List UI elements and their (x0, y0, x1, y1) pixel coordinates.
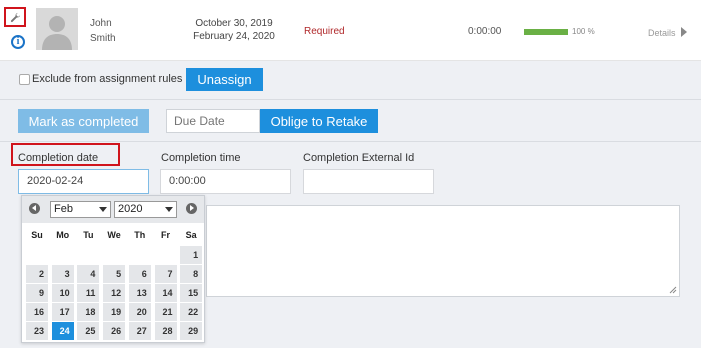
calendar-day[interactable]: 3 (51, 265, 74, 283)
avatar (36, 8, 78, 50)
completion-date-label: Completion date (18, 152, 99, 164)
datepicker: Feb 2020 Su Mo Tu We Th Fr Sa 1 2 3 4 5 6 7 8 9 10 11 12 13… (21, 195, 205, 343)
calendar-day[interactable]: 25 (77, 322, 100, 340)
completion-date-input[interactable]: 2020-02-24 (18, 169, 149, 194)
user-first-name: John (90, 18, 112, 29)
user-last-name: Smith (90, 33, 116, 44)
calendar-day[interactable]: 8 (180, 265, 203, 283)
completion-time-label: Completion time (161, 152, 241, 164)
calendar-day[interactable]: 21 (154, 303, 177, 321)
calendar-day[interactable]: 26 (103, 322, 126, 340)
completion-ext-label: Completion External Id (303, 152, 415, 164)
weekday-header: We (107, 230, 121, 240)
calendar-day[interactable]: 19 (103, 303, 126, 321)
calendar-day[interactable]: 29 (180, 322, 203, 340)
progress-label: 100 % (572, 27, 595, 36)
user-silhouette-icon (36, 8, 78, 50)
info-icon[interactable]: i (11, 35, 25, 49)
calendar-day[interactable]: 13 (128, 284, 151, 302)
calendar-day[interactable]: 14 (154, 284, 177, 302)
duration-value: 0:00:00 (468, 26, 502, 37)
status-label: Required (304, 26, 345, 37)
mark-completed-button[interactable]: Mark as completed (18, 109, 149, 133)
year-select-value: 2020 (118, 203, 143, 215)
resize-grip-icon[interactable] (669, 286, 677, 294)
wrench-icon (10, 12, 21, 23)
user-row: i John Smith October 30, 2019 February 2… (0, 0, 701, 61)
calendar-day[interactable]: 27 (128, 322, 151, 340)
next-month-icon[interactable] (186, 203, 197, 214)
weekday-header: Tu (83, 230, 94, 240)
chevron-down-icon (165, 207, 173, 212)
calendar-day[interactable]: 11 (77, 284, 100, 302)
prev-month-icon[interactable] (29, 203, 40, 214)
chevron-right-icon[interactable] (681, 27, 687, 37)
calendar-day[interactable]: 7 (154, 265, 177, 283)
completion-time-input[interactable]: 0:00:00 (160, 169, 291, 194)
datepicker-header: Feb 2020 (22, 196, 204, 223)
progress-bar (524, 29, 568, 35)
divider (0, 99, 701, 100)
calendar-day[interactable]: 6 (128, 265, 151, 283)
exclude-label[interactable]: Exclude from assignment rules (32, 73, 182, 85)
date-1: October 30, 2019 (195, 18, 273, 29)
calendar-day[interactable]: 20 (128, 303, 151, 321)
calendar-day[interactable]: 12 (103, 284, 126, 302)
calendar-day[interactable]: 10 (51, 284, 74, 302)
due-date-input[interactable] (166, 109, 260, 133)
year-select[interactable]: 2020 (114, 201, 177, 218)
settings-button[interactable] (4, 7, 26, 27)
calendar-day[interactable]: 28 (154, 322, 177, 340)
calendar-day-selected[interactable]: 24 (51, 322, 74, 340)
weekday-header: Mo (56, 230, 70, 240)
oblige-retake-button[interactable]: Oblige to Retake (260, 109, 378, 133)
divider (0, 141, 701, 142)
month-select[interactable]: Feb (50, 201, 111, 218)
calendar-day[interactable]: 15 (180, 284, 203, 302)
weekday-header: Th (134, 230, 146, 240)
calendar-day[interactable]: 5 (103, 265, 126, 283)
unassign-button[interactable]: Unassign (186, 68, 263, 91)
calendar-day[interactable]: 2 (26, 265, 48, 283)
calendar-day[interactable]: 23 (26, 322, 48, 340)
calendar-day[interactable]: 16 (26, 303, 48, 321)
date-2: February 24, 2020 (193, 31, 275, 42)
calendar-day[interactable]: 17 (51, 303, 74, 321)
month-select-value: Feb (54, 203, 73, 215)
calendar-day[interactable]: 18 (77, 303, 100, 321)
calendar-day[interactable]: 1 (180, 246, 203, 264)
calendar-day[interactable]: 4 (77, 265, 100, 283)
weekday-header: Sa (185, 230, 197, 240)
exclude-checkbox[interactable] (19, 74, 30, 85)
progress-fill (524, 29, 568, 35)
completion-ext-input[interactable] (303, 169, 434, 194)
chevron-down-icon (99, 207, 107, 212)
calendar-day[interactable]: 22 (180, 303, 203, 321)
calendar-day[interactable]: 9 (26, 284, 48, 302)
notes-textarea[interactable] (206, 205, 680, 297)
weekday-header: Su (31, 230, 43, 240)
weekday-header: Fr (161, 230, 170, 240)
details-link[interactable]: Details (648, 28, 676, 38)
